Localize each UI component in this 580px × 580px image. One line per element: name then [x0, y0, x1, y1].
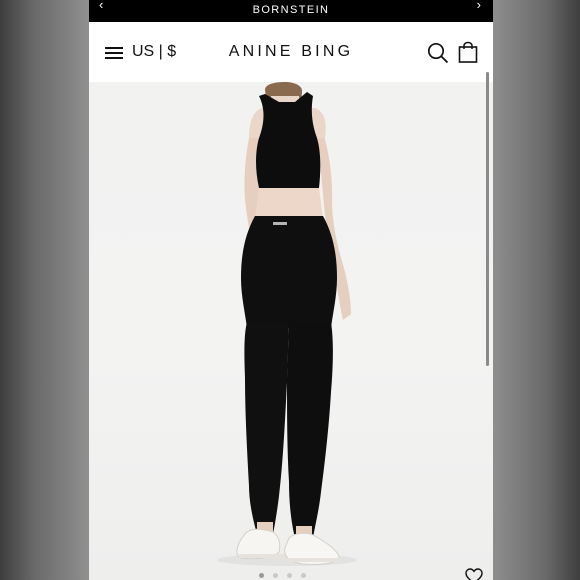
model-illustration — [217, 82, 357, 566]
image-indicator-dot[interactable] — [287, 573, 292, 578]
promo-text: BORNSTEIN — [252, 4, 330, 16]
site-header: US | $ ANINE BING — [89, 22, 493, 82]
promo-bar: ‹ BORNSTEIN › — [89, 0, 493, 22]
currency-selector[interactable]: US | $ — [132, 43, 176, 61]
image-indicator-dot[interactable] — [259, 573, 264, 578]
hamburger-menu-icon[interactable] — [105, 47, 123, 59]
shopping-bag-icon[interactable] — [457, 41, 479, 63]
product-image[interactable] — [89, 82, 493, 580]
scrollbar[interactable] — [486, 72, 489, 366]
image-indicator-dot[interactable] — [301, 573, 306, 578]
search-icon[interactable] — [427, 42, 449, 64]
image-indicator-dots — [259, 573, 329, 580]
phone-screen: ‹ BORNSTEIN › US | $ ANINE BING — [89, 0, 493, 580]
chevron-right-icon[interactable]: › — [477, 0, 481, 12]
image-indicator-dot[interactable] — [273, 573, 278, 578]
heart-icon[interactable] — [465, 568, 483, 580]
